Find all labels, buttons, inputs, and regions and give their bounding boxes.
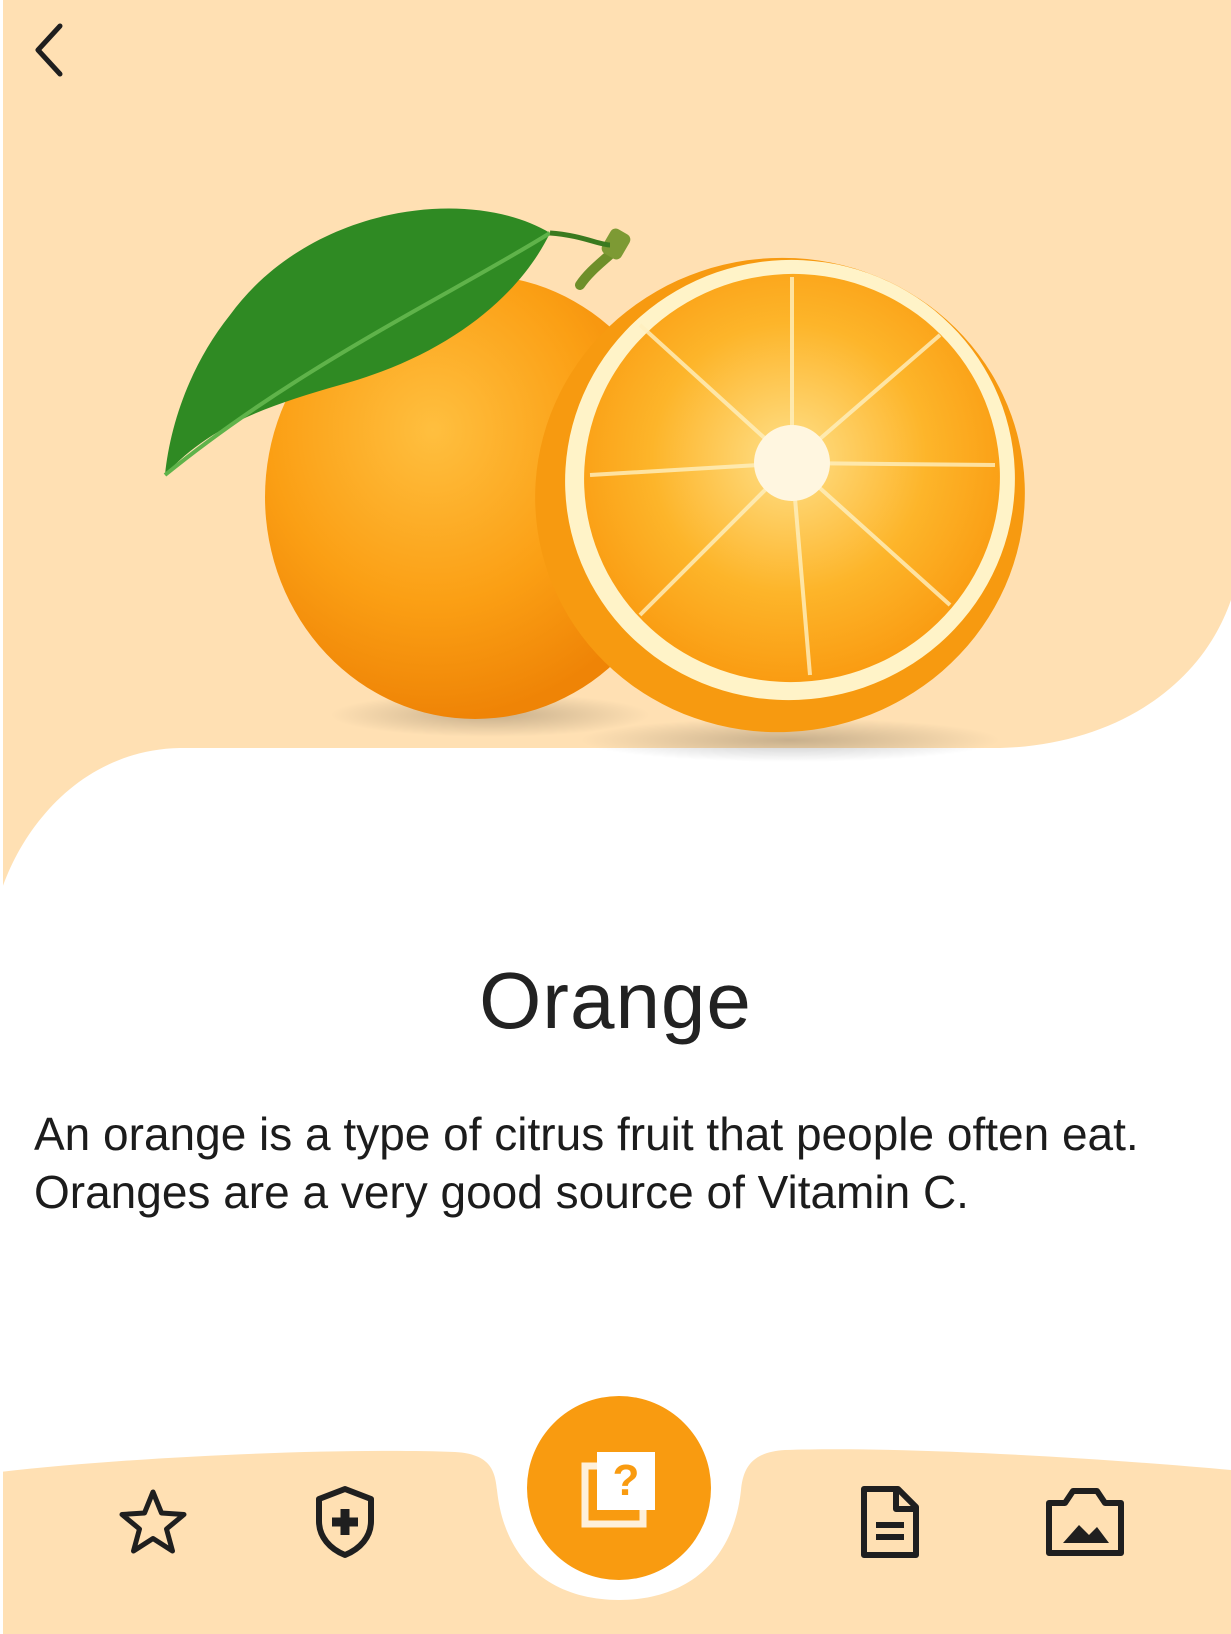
star-icon [119,1489,187,1554]
orange-fruit-image [163,208,1025,762]
favorite-button[interactable] [113,1482,193,1562]
back-button[interactable] [22,22,78,78]
health-button[interactable] [305,1480,385,1564]
left-edge-line [0,0,3,1634]
photo-icon [1046,1488,1124,1556]
fruit-description: An orange is a type of citrus fruit that… [34,1108,1139,1218]
svg-text:?: ? [613,1456,640,1505]
quiz-button[interactable]: ? [527,1396,711,1580]
shield-plus-icon [316,1486,374,1558]
chevron-left-icon [35,23,63,77]
document-icon [861,1486,919,1558]
gallery-button[interactable] [1040,1482,1130,1562]
quiz-cards-icon: ? [581,1452,655,1528]
fruit-title: Orange [479,956,752,1045]
document-button[interactable] [850,1482,930,1562]
fruit-detail-screen: Orange An orange is a type of citrus fru… [0,0,1231,1634]
